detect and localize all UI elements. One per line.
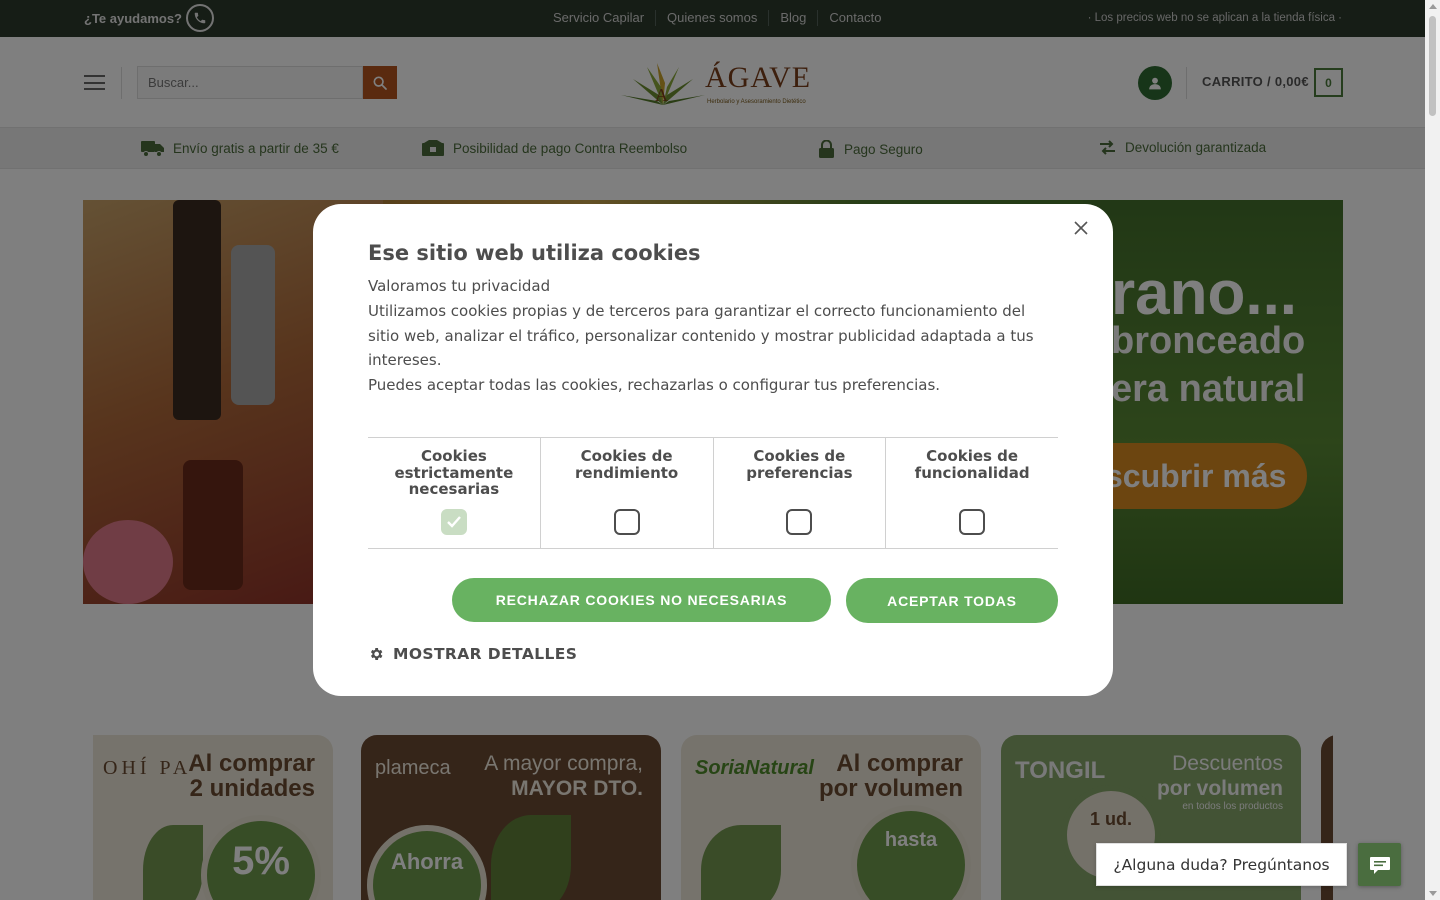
check-icon: [447, 516, 461, 528]
modal-title: Ese sitio web utiliza cookies: [368, 241, 701, 265]
close-button[interactable]: [1071, 218, 1091, 238]
category-functionality: Cookies de funcionalidad: [885, 438, 1058, 548]
category-label: Cookies de rendimiento: [575, 447, 679, 482]
chat-button[interactable]: [1358, 843, 1401, 886]
chat-icon: [1369, 856, 1390, 874]
category-label: Cookies de funcionalidad: [914, 447, 1030, 482]
cookie-categories: Cookies estrictamente necesarias Cookies…: [368, 437, 1058, 549]
category-label: Cookies de preferencias: [746, 447, 853, 482]
performance-checkbox[interactable]: [613, 509, 640, 535]
modal-body: Valoramos tu privacidad Utilizamos cooki…: [368, 274, 1058, 398]
gear-icon: [370, 648, 383, 660]
page-scrollbar[interactable]: [1425, 0, 1440, 900]
accept-all-button[interactable]: ACEPTAR TODAS: [846, 578, 1058, 623]
cookie-consent-modal: Ese sitio web utiliza cookies Valoramos …: [313, 204, 1113, 696]
close-icon: [1074, 221, 1088, 235]
necessary-checkbox: [440, 509, 467, 535]
scroll-down-arrow-icon[interactable]: [1429, 891, 1437, 896]
category-label: Cookies estrictamente necesarias: [394, 447, 514, 498]
show-details-toggle[interactable]: MOSTRAR DETALLES: [368, 645, 577, 663]
modal-description: Utilizamos cookies propias y de terceros…: [368, 301, 1034, 370]
preferences-checkbox[interactable]: [786, 509, 813, 535]
category-performance: Cookies de rendimiento: [539, 438, 713, 548]
category-necessary: Cookies estrictamente necesarias: [368, 438, 540, 548]
chat-prompt[interactable]: ¿Alguna duda? Pregúntanos: [1096, 843, 1347, 886]
show-details-label: MOSTRAR DETALLES: [393, 645, 578, 663]
category-preferences: Cookies de preferencias: [712, 438, 886, 548]
functionality-checkbox[interactable]: [959, 509, 986, 535]
reject-cookies-button[interactable]: RECHAZAR COOKIES NO NECESARIAS: [452, 578, 831, 622]
scrollbar-thumb[interactable]: [1429, 16, 1436, 116]
modal-intro: Valoramos tu privacidad: [368, 277, 551, 295]
scroll-up-arrow-icon[interactable]: [1429, 4, 1437, 9]
modal-instructions: Puedes aceptar todas las cookies, rechaz…: [368, 376, 941, 395]
